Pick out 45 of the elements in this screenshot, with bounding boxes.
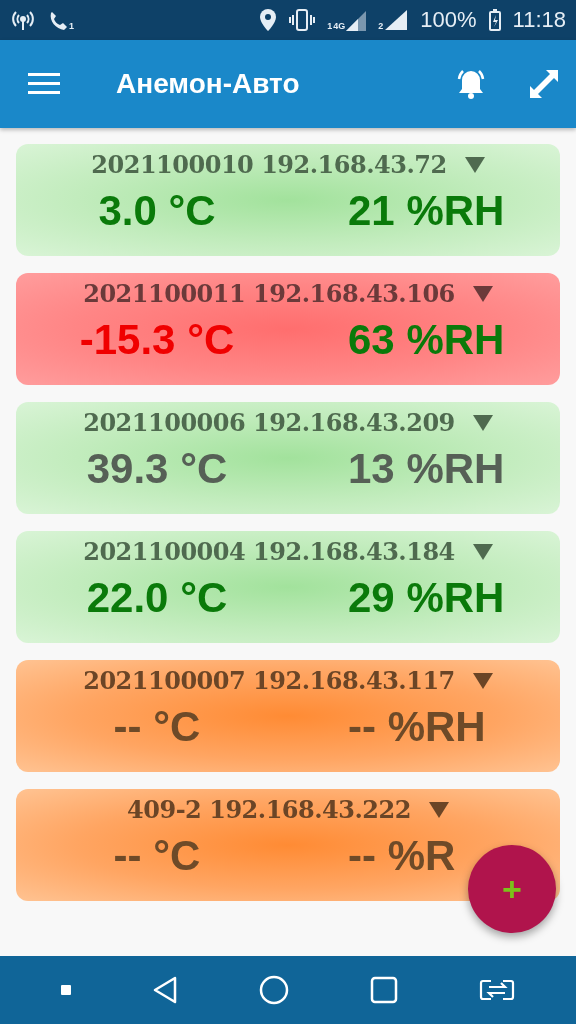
sim-number: 2 bbox=[378, 21, 384, 31]
add-button[interactable]: + bbox=[468, 845, 556, 933]
battery-percentage: 100% bbox=[420, 7, 477, 33]
signal-icon bbox=[346, 9, 367, 31]
back-icon[interactable] bbox=[151, 976, 178, 1004]
temperature-reading: -- °C bbox=[112, 703, 201, 751]
expand-icon[interactable] bbox=[528, 68, 560, 100]
sensor-card[interactable]: 2021100004 192.168.43.184 22.0 °C 29 %RH bbox=[16, 531, 560, 643]
sim-number: 1 bbox=[327, 21, 333, 31]
network-type: 4G bbox=[333, 21, 346, 31]
sensor-card[interactable]: 2021100010 192.168.43.72 3.0 °C 21 %RH bbox=[16, 144, 560, 256]
sensor-card[interactable]: 2021100011 192.168.43.106 -15.3 °C 63 %RH bbox=[16, 273, 560, 385]
dropdown-arrow-icon bbox=[472, 285, 493, 302]
humidity-reading: 29 %RH bbox=[348, 574, 505, 622]
temperature-reading: 39.3 °C bbox=[85, 445, 228, 493]
recent-apps-icon[interactable] bbox=[370, 976, 399, 1004]
sim-number: 1 bbox=[69, 21, 74, 31]
switch-window-icon[interactable] bbox=[479, 977, 516, 1003]
dot-icon[interactable] bbox=[60, 985, 71, 995]
dropdown-arrow-icon bbox=[428, 801, 449, 818]
app-title: Анемон-Авто bbox=[116, 68, 301, 100]
dropdown-arrow-icon bbox=[472, 672, 493, 689]
phone-call-icon bbox=[48, 9, 68, 31]
humidity-reading: -- %R bbox=[348, 832, 456, 880]
humidity-reading: -- %RH bbox=[348, 703, 486, 751]
humidity-reading: 63 %RH bbox=[348, 316, 505, 364]
vibrate-icon bbox=[289, 8, 316, 32]
humidity-reading: 21 %RH bbox=[348, 187, 505, 235]
clock: 11:18 bbox=[512, 7, 566, 33]
menu-icon[interactable] bbox=[28, 73, 60, 95]
temperature-reading: 22.0 °C bbox=[85, 574, 228, 622]
battery-charging-icon bbox=[488, 9, 501, 31]
dropdown-arrow-icon bbox=[464, 156, 485, 173]
temperature-reading: -- °C bbox=[112, 832, 201, 880]
humidity-reading: 13 %RH bbox=[348, 445, 505, 493]
sensor-card[interactable]: 2021100006 192.168.43.209 39.3 °C 13 %RH bbox=[16, 402, 560, 514]
dropdown-arrow-icon bbox=[472, 414, 493, 431]
temperature-reading: -15.3 °C bbox=[78, 316, 235, 364]
signal-icon bbox=[384, 9, 409, 31]
wifi-hotspot-icon bbox=[10, 8, 36, 32]
dropdown-arrow-icon bbox=[472, 543, 493, 560]
temperature-reading: 3.0 °C bbox=[97, 187, 216, 235]
home-icon[interactable] bbox=[258, 975, 289, 1005]
sensor-card[interactable]: 2021100007 192.168.43.117 -- °C -- %RH bbox=[16, 660, 560, 772]
location-icon bbox=[259, 8, 278, 32]
